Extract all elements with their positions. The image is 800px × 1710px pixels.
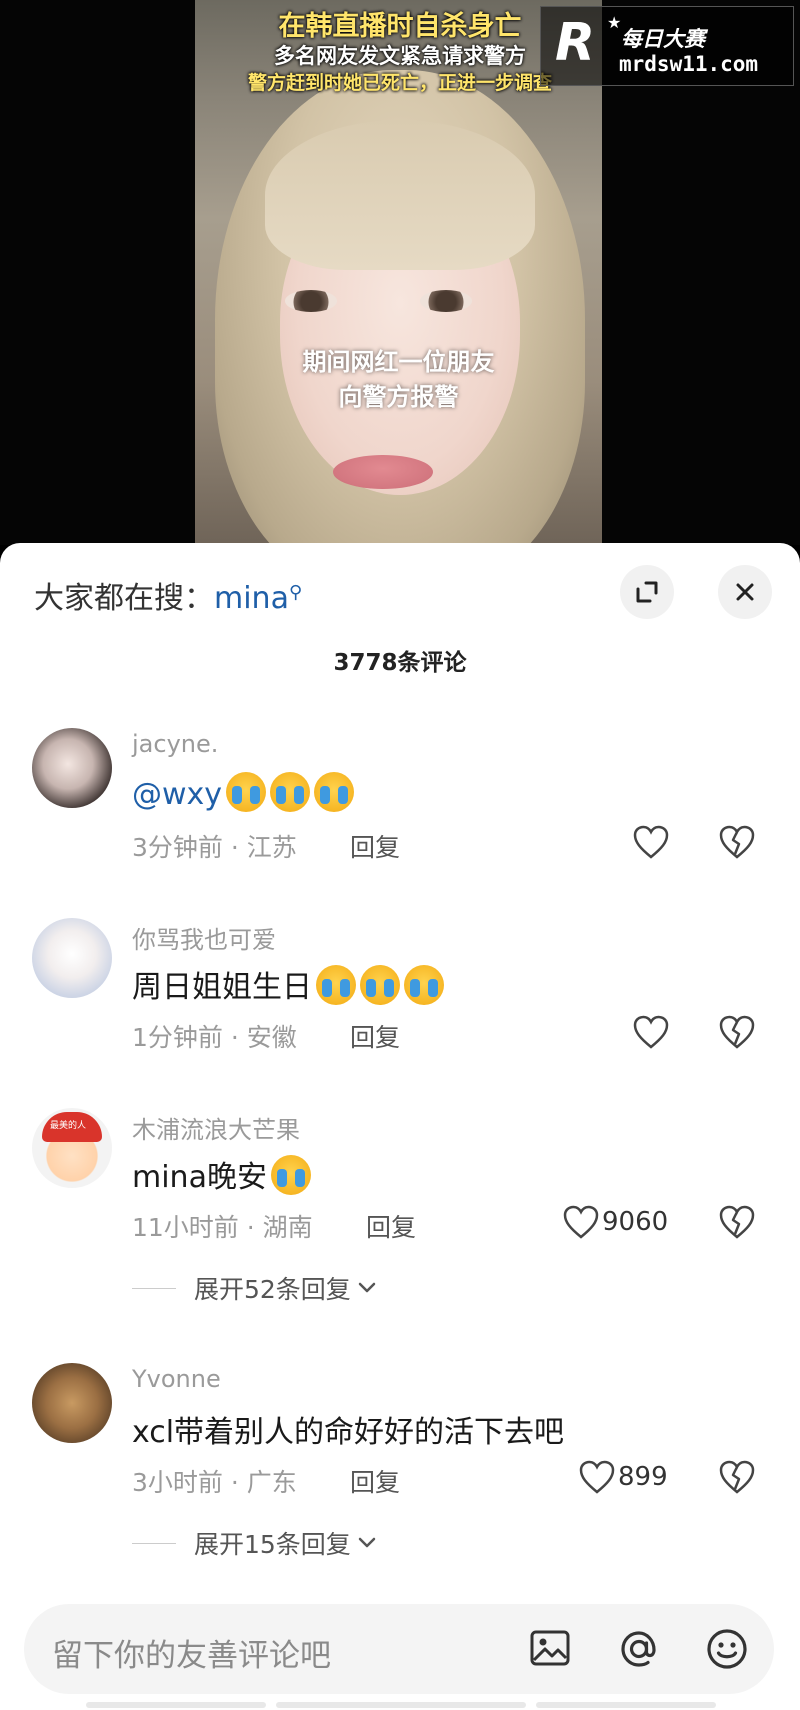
- comment-time-location: 1分钟前 · 安徽: [132, 1023, 297, 1052]
- divider: [536, 1702, 716, 1708]
- crying-emoji-icon: [404, 965, 444, 1005]
- crying-emoji-icon: [314, 772, 355, 812]
- dislike-button[interactable]: [718, 1014, 756, 1054]
- comment-text-content: 周日姐姐生日: [132, 970, 312, 1005]
- image-button[interactable]: [528, 1626, 572, 1674]
- video-subtitle: 向警方报警: [338, 383, 459, 411]
- watermark-logo: R: [555, 13, 596, 73]
- like-count: 9060: [602, 1207, 669, 1237]
- avatar[interactable]: [32, 728, 112, 808]
- comment-text: mina晚安: [132, 1152, 311, 1196]
- video-person-bangs: [265, 120, 535, 270]
- comment-time-location: 11小时前 · 湖南: [132, 1213, 313, 1242]
- watermark-brand: 每日大赛: [621, 27, 705, 51]
- heart-icon: [579, 1460, 615, 1494]
- like-button[interactable]: [632, 824, 670, 860]
- comment-input[interactable]: 留下你的友善评论吧: [24, 1604, 774, 1694]
- crying-emoji-icon: [360, 965, 400, 1005]
- expand-replies-label: 展开15条回复: [194, 1530, 351, 1559]
- expand-replies-button[interactable]: 展开52条回复: [132, 1270, 379, 1306]
- expand-replies-label: 展开52条回复: [194, 1275, 351, 1304]
- dislike-button[interactable]: [718, 1459, 756, 1499]
- watermark: R ★ 每日大赛 mrdsw11.com: [540, 6, 794, 86]
- broken-heart-icon: [719, 1015, 755, 1049]
- crying-emoji-icon: [270, 772, 311, 812]
- broken-heart-icon: [719, 1205, 755, 1239]
- divider: [132, 1287, 176, 1289]
- heart-icon: [563, 1205, 599, 1239]
- avatar-cap-text: 最美的人: [50, 1121, 87, 1131]
- broken-heart-icon: [719, 1460, 755, 1494]
- comment-text: @wxy: [132, 772, 355, 812]
- comment-text-content: mina晚安: [132, 1160, 267, 1195]
- crying-emoji-icon: [226, 772, 267, 812]
- comment-input-placeholder: 留下你的友善评论吧: [52, 1638, 331, 1674]
- video-person-mouth: [333, 455, 433, 489]
- comment-username[interactable]: jacyne.: [132, 730, 218, 758]
- heart-icon: [633, 825, 669, 859]
- reply-button[interactable]: 回复: [366, 1208, 416, 1244]
- emoji-button[interactable]: [704, 1626, 750, 1676]
- bottom-strip: [0, 1700, 800, 1710]
- chevron-down-icon: [358, 1282, 376, 1293]
- at-icon: [621, 1631, 656, 1667]
- reply-button[interactable]: 回复: [350, 1018, 400, 1054]
- comment-username[interactable]: Yvonne: [132, 1365, 221, 1393]
- video-person-eye: [285, 290, 337, 312]
- chevron-down-icon: [358, 1537, 376, 1548]
- search-icon: ⚲: [288, 582, 303, 603]
- dislike-button[interactable]: [718, 824, 756, 864]
- dislike-button[interactable]: [718, 1204, 756, 1244]
- comment-text: xcl带着别人的命好好的活下去吧: [132, 1415, 565, 1450]
- image-icon: [530, 1630, 570, 1666]
- heart-icon: [633, 1015, 669, 1049]
- comment-count: 3778条评论: [333, 650, 467, 676]
- trending-search-prefix: 大家都在搜：: [34, 581, 214, 616]
- divider: [276, 1702, 526, 1708]
- broken-heart-icon: [719, 825, 755, 859]
- like-button[interactable]: 9060: [562, 1204, 668, 1240]
- divider: [86, 1702, 266, 1708]
- expand-replies-button[interactable]: 展开15条回复: [132, 1525, 379, 1561]
- video-person-eye: [420, 290, 472, 312]
- comment-text: 周日姐姐生日: [132, 962, 444, 1006]
- comment-time-location: 3分钟前 · 江苏: [132, 833, 297, 862]
- divider: [132, 1542, 176, 1544]
- expand-button[interactable]: [620, 565, 674, 619]
- like-count: 899: [618, 1462, 668, 1492]
- watermark-url: mrdsw11.com: [619, 52, 759, 76]
- comment-time-location: 3小时前 · 广东: [132, 1468, 297, 1497]
- comment-sheet: 大家都在搜：mina⚲ 3778条评论 jacyne. @wxy 3分钟前 · …: [0, 543, 800, 1710]
- avatar[interactable]: 最美的人: [32, 1108, 112, 1188]
- emoji-icon: [707, 1629, 747, 1669]
- reply-button[interactable]: 回复: [350, 828, 400, 864]
- like-button[interactable]: [632, 1014, 670, 1050]
- expand-icon: [636, 581, 658, 603]
- crying-emoji-icon: [270, 1155, 311, 1195]
- trending-search[interactable]: 大家都在搜：mina⚲: [34, 573, 302, 617]
- reply-button[interactable]: 回复: [350, 1463, 400, 1499]
- video-player[interactable]: 在韩直播时自杀身亡 多名网友发文紧急请求警方 警方赶到时她已死亡，正进一步调查 …: [0, 0, 800, 545]
- mention-button[interactable]: [616, 1626, 662, 1676]
- close-icon: [736, 583, 754, 601]
- crying-emoji-icon: [316, 965, 356, 1005]
- trending-search-keyword[interactable]: mina: [214, 581, 289, 616]
- like-button[interactable]: 899: [578, 1459, 668, 1495]
- comment-username[interactable]: 木浦流浪大芒果: [132, 1110, 300, 1145]
- avatar[interactable]: [32, 918, 112, 998]
- close-button[interactable]: [718, 565, 772, 619]
- comment-username[interactable]: 你骂我也可爱: [132, 920, 276, 955]
- mention-link[interactable]: @wxy: [132, 777, 222, 812]
- video-subtitle: 期间网红一位朋友: [302, 348, 495, 376]
- star-icon: ★: [607, 13, 622, 32]
- avatar[interactable]: [32, 1363, 112, 1443]
